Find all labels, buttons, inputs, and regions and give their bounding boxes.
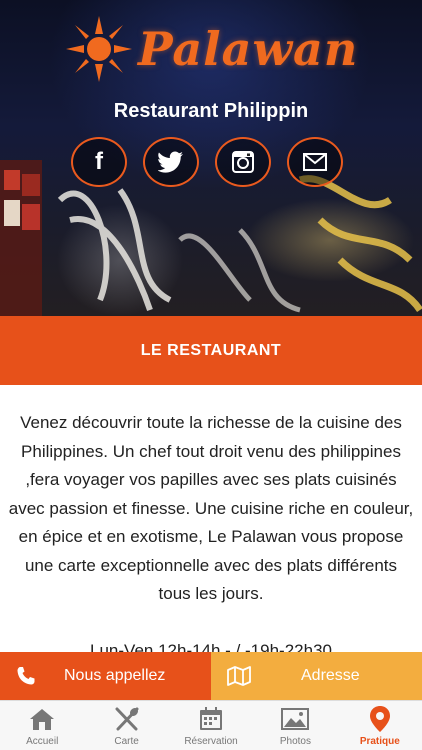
calendar-icon bbox=[197, 705, 225, 733]
location-pin-icon bbox=[366, 705, 394, 733]
photos-icon bbox=[281, 705, 310, 733]
restaurant-description: Venez découvrir toute la richesse de la … bbox=[8, 413, 414, 603]
phone-icon bbox=[17, 667, 35, 685]
address-button-label: Adresse bbox=[301, 667, 360, 684]
section-header: LE RESTAURANT bbox=[0, 316, 422, 385]
map-icon bbox=[227, 666, 251, 686]
instagram-icon bbox=[232, 151, 254, 173]
tab-label: Accueil bbox=[26, 736, 59, 747]
facebook-button[interactable]: f bbox=[71, 137, 127, 187]
twitter-icon bbox=[158, 151, 183, 173]
tab-accueil[interactable]: Accueil bbox=[0, 701, 84, 750]
instagram-button[interactable] bbox=[215, 137, 271, 187]
restaurant-subtitle: Restaurant Philippin bbox=[113, 100, 309, 122]
hero-banner: Palawan Restaurant Philippin f bbox=[0, 0, 422, 316]
call-button[interactable]: Nous appellez bbox=[0, 652, 211, 700]
tab-carte[interactable]: Carte bbox=[84, 701, 168, 750]
call-button-label: Nous appellez bbox=[64, 667, 166, 684]
brand-name: Palawan bbox=[138, 22, 359, 76]
twitter-button[interactable] bbox=[143, 137, 199, 187]
email-icon bbox=[303, 153, 327, 171]
brand-logo: Palawan bbox=[64, 14, 358, 84]
cutlery-icon bbox=[113, 705, 141, 733]
tab-label: Réservation bbox=[184, 736, 238, 747]
tab-label: Carte bbox=[114, 736, 139, 747]
tab-photos[interactable]: Photos bbox=[253, 701, 337, 750]
action-bar: Nous appellez Adresse bbox=[0, 652, 422, 700]
tab-reservation[interactable]: Réservation bbox=[169, 701, 253, 750]
email-button[interactable] bbox=[287, 137, 343, 187]
section-title: LE RESTAURANT bbox=[140, 341, 282, 359]
tab-pratique[interactable]: Pratique bbox=[338, 701, 422, 750]
bottom-tab-bar: Accueil Carte Réservation Photos Pratiqu… bbox=[0, 700, 422, 750]
sun-logo-icon bbox=[66, 16, 132, 82]
home-icon bbox=[28, 705, 56, 733]
social-links: f bbox=[71, 137, 343, 187]
tab-label: Pratique bbox=[359, 736, 400, 747]
address-button[interactable]: Adresse bbox=[211, 652, 422, 700]
facebook-icon: f bbox=[95, 148, 103, 175]
tab-label: Photos bbox=[279, 736, 311, 747]
